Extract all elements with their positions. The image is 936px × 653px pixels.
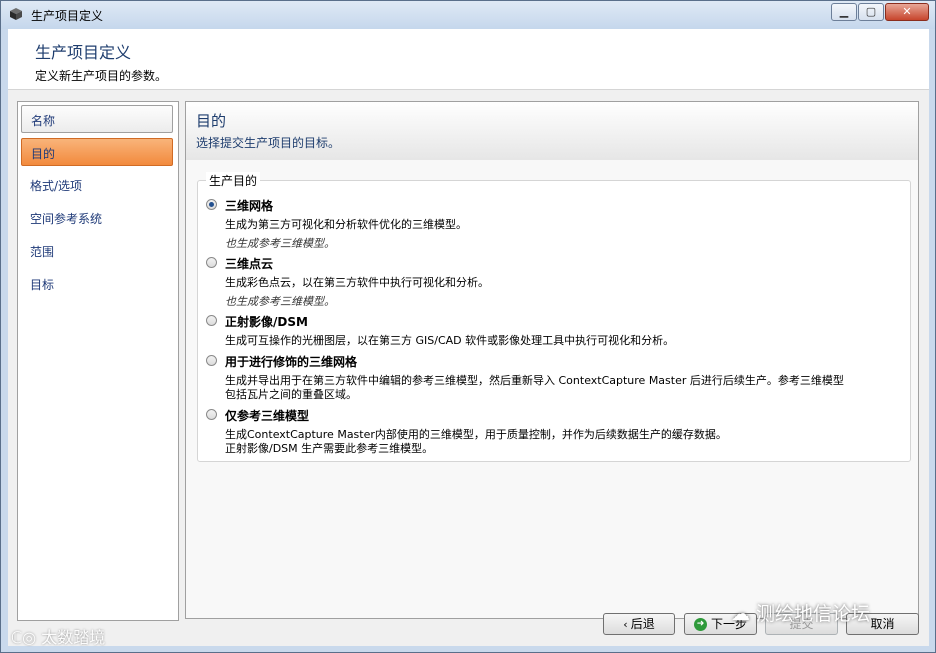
back-button[interactable]: ‹ 后退 [603,613,675,635]
sidebar-item-name[interactable]: 名称 [21,105,173,133]
sidebar-item-srs[interactable]: 空间参考系统 [21,204,173,232]
radio-retouch-mesh[interactable] [206,355,217,366]
option-description: 生成彩色点云，以在第三方软件中执行可视化和分析。 [225,276,489,289]
option-note: 也生成参考三维模型。 [225,237,335,250]
app-cube-icon [10,8,22,20]
wechat-icon: ☁ [731,603,757,625]
dialog-header: 生产项目定义 定义新生产项目的参数。 [8,29,929,90]
option-note: 也生成参考三维模型。 [225,295,335,308]
option-label[interactable]: 正射影像/DSM [225,313,308,330]
watermark-left: ℂ◎ 太数踏境 [11,624,105,648]
minimize-button[interactable]: ▁ [831,3,857,21]
watermark-logo-icon: ℂ◎ [11,628,42,647]
minimize-icon: ▁ [839,5,849,18]
option-description: 生成为第三方可视化和分析软件优化的三维模型。 [225,218,467,231]
dialog-client: 生产项目定义 定义新生产项目的参数。 名称 目的 格式/选项 空间参考系统 范围… [8,29,929,646]
option-description-line2: 包括瓦片之间的重叠区域。 [225,388,357,401]
radio-reference-only[interactable] [206,409,217,420]
option-description: 生成并导出用于在第三方软件中编辑的参考三维模型，然后重新导入 ContextCa… [225,374,844,387]
panel-header: 目的 选择提交生产项目的目标。 [186,102,918,160]
option-description: 生成ContextCapture Master内部使用的三维模型，用于质量控制，… [225,428,727,441]
sidebar-item-format[interactable]: 格式/选项 [21,171,173,199]
sidebar-item-destination[interactable]: 目标 [21,270,173,298]
sidebar-item-purpose[interactable]: 目的 [21,138,173,166]
chevron-left-icon: ‹ [623,618,628,631]
page-title: 生产项目定义 [35,43,132,62]
back-label: 后退 [630,617,655,631]
option-label[interactable]: 用于进行修饰的三维网格 [225,353,357,370]
purpose-group: 生产目的 三维网格 生成为第三方可视化和分析软件优化的三维模型。 也生成参考三维… [197,172,911,462]
main-panel: 目的 选择提交生产项目的目标。 生产目的 三维网格 生成为第三方可视化和分析软件… [185,101,919,619]
watermark-right: ☁ 测绘地信论坛 [731,599,870,626]
maximize-button[interactable]: ▢ [858,3,884,21]
window-title: 生产项目定义 [31,9,104,23]
dialog-window: 生产项目定义 ▁ ▢ ✕ 生产项目定义 定义新生产项目的参数。 名称 目的 格式… [0,0,936,653]
option-description: 生成可互操作的光栅图层，以在第三方 GIS/CAD 软件或影像处理工具中执行可视… [225,334,675,347]
radio-ortho-dsm[interactable] [206,315,217,326]
panel-subtitle: 选择提交生产项目的目标。 [196,136,341,150]
title-bar[interactable]: 生产项目定义 ▁ ▢ ✕ [1,1,935,29]
radio-point-cloud[interactable] [206,257,217,268]
option-label[interactable]: 仅参考三维模型 [225,407,309,424]
option-label[interactable]: 三维点云 [225,255,273,272]
close-button[interactable]: ✕ [885,3,929,21]
maximize-icon: ▢ [865,5,877,18]
close-icon: ✕ [902,5,912,18]
watermark-right-text: 测绘地信论坛 [756,603,871,625]
cancel-label: 取消 [870,617,895,631]
radio-3d-mesh[interactable] [206,199,217,210]
step-sidebar: 名称 目的 格式/选项 空间参考系统 范围 目标 [17,101,179,621]
watermark-left-text: 太数踏境 [41,628,106,647]
sidebar-item-extent[interactable]: 范围 [21,237,173,265]
page-subtitle: 定义新生产项目的参数。 [35,69,168,83]
option-description-line2: 正射影像/DSM 生产需要此参考三维模型。 [225,442,434,455]
option-label[interactable]: 三维网格 [225,197,273,214]
group-label: 生产目的 [206,172,261,189]
next-arrow-icon: ➜ [693,618,707,631]
panel-title: 目的 [196,112,227,130]
